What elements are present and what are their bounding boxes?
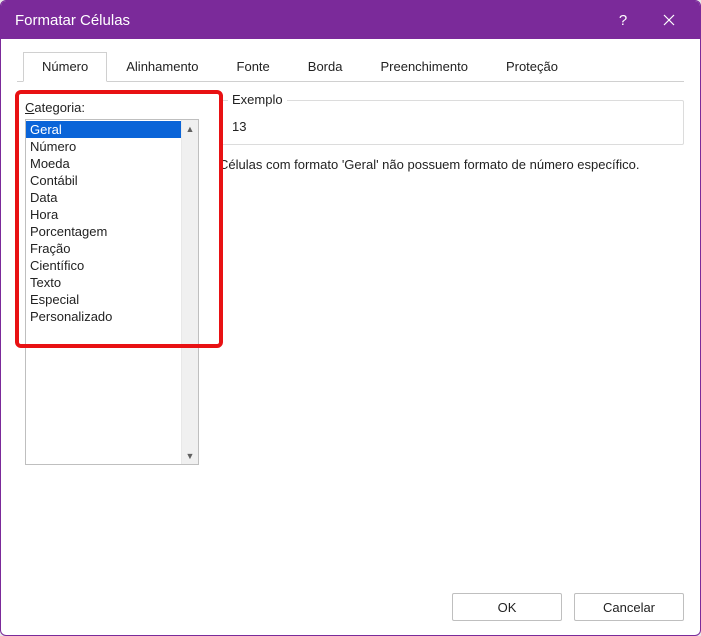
categoria-accelerator: C [25, 100, 34, 115]
list-item-geral[interactable]: Geral [26, 121, 181, 138]
list-item-porcentagem[interactable]: Porcentagem [26, 223, 181, 240]
cancel-button[interactable]: Cancelar [574, 593, 684, 621]
exemplo-group: Exemplo 13 [219, 100, 684, 145]
listbox-scrollbar[interactable]: ▲ ▼ [181, 120, 198, 464]
exemplo-value: 13 [232, 119, 673, 134]
format-description: Células com formato 'Geral' não possuem … [219, 157, 684, 174]
close-button[interactable] [646, 1, 692, 39]
tab-borda[interactable]: Borda [289, 52, 362, 82]
list-item-data[interactable]: Data [26, 189, 181, 206]
list-item-hora[interactable]: Hora [26, 206, 181, 223]
tab-content-numero: Categoria: Geral Número Moeda Contábil D… [17, 82, 684, 583]
dialog-body: Número Alinhamento Fonte Borda Preenchim… [1, 39, 700, 635]
titlebar: Formatar Células ? [1, 1, 700, 39]
tab-preenchimento[interactable]: Preenchimento [361, 52, 486, 82]
close-icon [663, 14, 675, 26]
dialog-title: Formatar Células [15, 12, 600, 29]
tab-alinhamento[interactable]: Alinhamento [107, 52, 217, 82]
list-item-moeda[interactable]: Moeda [26, 155, 181, 172]
list-item-especial[interactable]: Especial [26, 291, 181, 308]
list-item-fracao[interactable]: Fração [26, 240, 181, 257]
tab-numero[interactable]: Número [23, 52, 107, 82]
tab-fonte[interactable]: Fonte [218, 52, 289, 82]
right-column: Exemplo 13 Células com formato 'Geral' n… [219, 100, 684, 174]
scroll-down-icon[interactable]: ▼ [182, 447, 199, 464]
list-item-numero[interactable]: Número [26, 138, 181, 155]
list-item-contabil[interactable]: Contábil [26, 172, 181, 189]
list-item-cientifico[interactable]: Científico [26, 257, 181, 274]
list-item-personalizado[interactable]: Personalizado [26, 308, 181, 325]
list-item-texto[interactable]: Texto [26, 274, 181, 291]
exemplo-legend: Exemplo [228, 92, 287, 107]
help-icon: ? [619, 12, 627, 29]
categoria-list-inner: Geral Número Moeda Contábil Data Hora Po… [26, 120, 181, 464]
format-cells-dialog: Formatar Células ? Número Alinhamento Fo… [0, 0, 701, 636]
help-button[interactable]: ? [600, 1, 646, 39]
dialog-footer: OK Cancelar [17, 583, 684, 621]
categoria-listbox[interactable]: Geral Número Moeda Contábil Data Hora Po… [25, 119, 199, 465]
ok-button[interactable]: OK [452, 593, 562, 621]
tab-strip: Número Alinhamento Fonte Borda Preenchim… [17, 51, 684, 82]
tab-protecao[interactable]: Proteção [487, 52, 577, 82]
scroll-up-icon[interactable]: ▲ [182, 120, 199, 137]
